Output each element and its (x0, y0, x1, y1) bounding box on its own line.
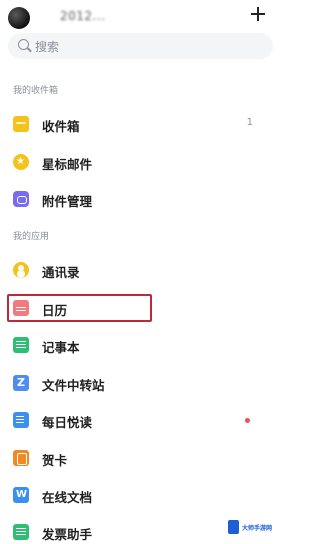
item-label: 在线文档 (42, 490, 93, 505)
item-label: 贺卡 (42, 453, 68, 468)
daily-read-icon (13, 412, 29, 428)
app-item-notepad[interactable]: 记事本 (0, 328, 283, 364)
header: 2012... (0, 0, 283, 30)
avatar[interactable] (8, 7, 30, 29)
search-bar[interactable]: 搜索 (8, 33, 273, 59)
sidebar-item-starred[interactable]: 星标邮件 (0, 145, 283, 181)
watermark: 大师手游网 (226, 516, 282, 542)
plus-icon[interactable] (247, 3, 269, 25)
sidebar-item-attachments[interactable]: 附件管理 (0, 182, 283, 218)
app-item-file-transfer[interactable]: 文件中转站 (0, 366, 283, 402)
notepad-icon (13, 337, 29, 353)
app-item-online-doc[interactable]: 在线文档 (0, 478, 283, 514)
item-label: 收件箱 (42, 119, 80, 134)
item-label: 每日悦读 (42, 415, 93, 430)
item-label: 附件管理 (42, 194, 93, 209)
item-label: 记事本 (42, 340, 80, 355)
unread-dot (245, 418, 250, 423)
account-name[interactable]: 2012... (60, 9, 105, 23)
item-label: 通讯录 (42, 265, 80, 280)
app-item-greeting-card[interactable]: 贺卡 (0, 441, 283, 477)
online-doc-icon (13, 487, 29, 503)
sidebar-item-inbox[interactable]: 收件箱 1 (0, 107, 283, 143)
search-placeholder: 搜索 (35, 40, 60, 54)
greeting-card-icon (13, 450, 29, 466)
watermark-logo-icon (228, 520, 239, 534)
search-icon (18, 39, 29, 50)
app-item-daily-read[interactable]: 每日悦读 (0, 403, 283, 439)
item-label: 文件中转站 (42, 378, 105, 393)
app-item-contacts[interactable]: 通讯录 (0, 253, 283, 289)
invoice-icon (13, 524, 29, 540)
item-label: 星标邮件 (42, 157, 93, 172)
attachment-icon (13, 191, 29, 207)
section-mailbox-title: 我的收件箱 (13, 86, 59, 96)
file-transfer-icon (13, 375, 29, 391)
calendar-highlight-box (7, 294, 152, 322)
star-icon (13, 154, 29, 170)
folder-icon (13, 116, 29, 132)
contacts-icon (13, 262, 29, 278)
item-label: 发票助手 (42, 527, 93, 542)
unread-count: 1 (246, 117, 253, 128)
section-apps-title: 我的应用 (13, 232, 50, 242)
watermark-text: 大师手游网 (242, 525, 273, 532)
